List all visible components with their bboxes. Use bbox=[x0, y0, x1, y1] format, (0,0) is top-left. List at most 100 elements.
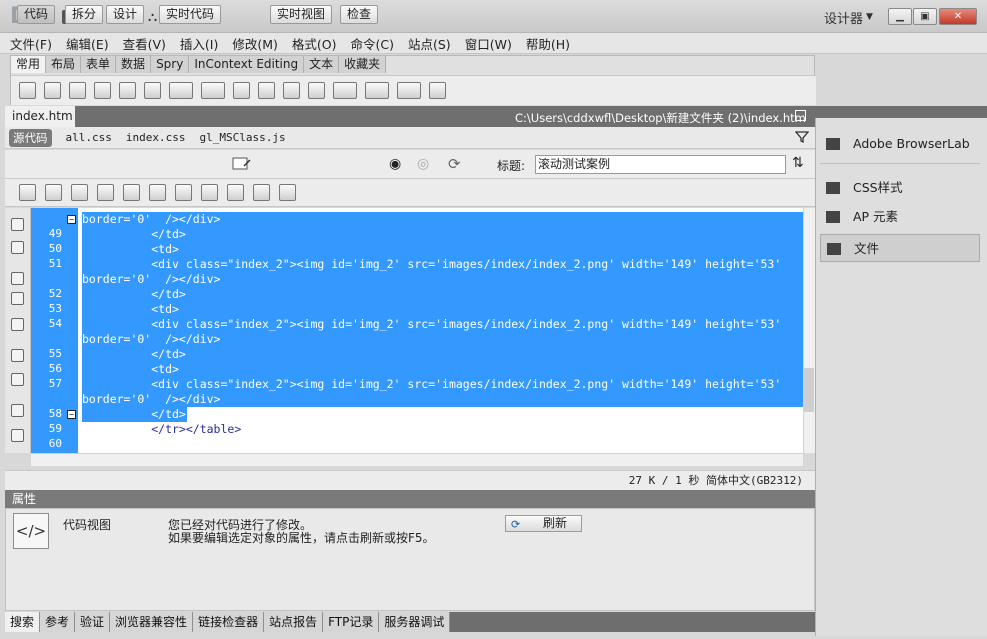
tag-chooser-icon[interactable] bbox=[429, 82, 446, 99]
redo-icon[interactable] bbox=[279, 184, 296, 201]
code-inspect-icon[interactable] bbox=[232, 156, 252, 172]
div-icon[interactable] bbox=[144, 82, 161, 99]
open-icon[interactable] bbox=[45, 184, 62, 201]
insert-tab-spry[interactable]: Spry bbox=[151, 56, 190, 73]
fold-toggle-icon[interactable]: − bbox=[67, 215, 76, 224]
tab-ftp-log[interactable]: FTP记录 bbox=[323, 612, 380, 632]
collapse-selection-icon[interactable] bbox=[11, 292, 24, 305]
horizontal-scrollbar[interactable] bbox=[31, 453, 803, 466]
visual-aids-icon[interactable]: ◎ bbox=[417, 156, 429, 172]
properties-header[interactable]: 属性 bbox=[5, 490, 815, 508]
insert-tab-layout[interactable]: 布局 bbox=[46, 56, 82, 73]
document-tab[interactable]: index.htm bbox=[5, 106, 75, 127]
panel-collapse-bar[interactable] bbox=[815, 106, 987, 118]
hyperlink-icon[interactable] bbox=[19, 82, 36, 99]
date-icon[interactable] bbox=[258, 82, 275, 99]
document-title-input[interactable]: 滚动测试案例 bbox=[535, 155, 786, 174]
menu-help[interactable]: 帮助(H) bbox=[526, 34, 570, 53]
menu-modify[interactable]: 修改(M) bbox=[232, 34, 278, 53]
vertical-scrollbar[interactable] bbox=[803, 208, 815, 453]
insert-tab-incontext[interactable]: InContext Editing bbox=[189, 56, 305, 73]
tab-site-reports[interactable]: 站点报告 bbox=[264, 612, 324, 632]
workspace-switcher[interactable]: 设计器 ▼ bbox=[824, 8, 873, 27]
panel-browserlab[interactable]: Adobe BrowserLab bbox=[820, 130, 980, 158]
table-icon[interactable] bbox=[119, 82, 136, 99]
source-code-button[interactable]: 源代码 bbox=[9, 128, 52, 147]
script-icon[interactable] bbox=[365, 82, 389, 99]
browse-icon[interactable] bbox=[71, 184, 88, 201]
panel-files[interactable]: 文件 bbox=[820, 234, 980, 262]
menu-format[interactable]: 格式(O) bbox=[292, 34, 337, 53]
panel-css-styles[interactable]: CSS样式 bbox=[820, 174, 980, 202]
related-file[interactable]: all.css bbox=[66, 131, 112, 144]
menu-file[interactable]: 文件(F) bbox=[10, 34, 52, 53]
filter-icon[interactable] bbox=[795, 130, 809, 144]
horizontal-rule-icon[interactable] bbox=[94, 82, 111, 99]
cut-icon[interactable] bbox=[175, 184, 192, 201]
menu-insert[interactable]: 插入(I) bbox=[180, 34, 218, 53]
panel-divider bbox=[820, 163, 980, 164]
tab-validation[interactable]: 验证 bbox=[75, 612, 111, 632]
expand-all-icon[interactable] bbox=[11, 318, 24, 331]
paste-icon[interactable] bbox=[227, 184, 244, 201]
vertical-scroll-thumb[interactable] bbox=[804, 368, 814, 412]
collapse-full-tag-icon[interactable] bbox=[11, 272, 24, 285]
undo-icon[interactable] bbox=[253, 184, 270, 201]
live-code-button[interactable]: 实时代码 bbox=[159, 5, 222, 24]
templates-icon[interactable] bbox=[397, 82, 421, 99]
close-button[interactable]: ✕ bbox=[939, 8, 977, 25]
design-view-button[interactable]: 设计 bbox=[106, 5, 145, 24]
copy-icon[interactable] bbox=[201, 184, 218, 201]
tab-server-debug[interactable]: 服务器调试 bbox=[379, 612, 451, 632]
refresh-button[interactable]: ⟳ 刷新 bbox=[505, 515, 582, 532]
panel-ap-elements[interactable]: AP 元素 bbox=[820, 203, 980, 231]
select-parent-tag-icon[interactable] bbox=[11, 349, 24, 362]
code-line: </td> bbox=[82, 347, 803, 362]
insert-tab-text[interactable]: 文本 bbox=[304, 56, 340, 73]
print-icon[interactable] bbox=[149, 184, 166, 201]
widget-icon[interactable] bbox=[233, 82, 250, 99]
insert-tab-common[interactable]: 常用 bbox=[11, 56, 47, 73]
media-icon[interactable] bbox=[201, 82, 225, 99]
tab-search[interactable]: 搜索 bbox=[5, 612, 41, 632]
restore-icon[interactable] bbox=[795, 110, 806, 121]
email-link-icon[interactable] bbox=[44, 82, 61, 99]
image-icon[interactable] bbox=[169, 82, 193, 99]
menu-window[interactable]: 窗口(W) bbox=[465, 34, 512, 53]
tab-link-checker[interactable]: 链接检查器 bbox=[193, 612, 265, 632]
menu-view[interactable]: 查看(V) bbox=[123, 34, 166, 53]
open-documents-icon[interactable] bbox=[11, 218, 24, 231]
fold-toggle-icon[interactable]: − bbox=[67, 410, 76, 419]
tab-browser-compat[interactable]: 浏览器兼容性 bbox=[110, 612, 194, 632]
insert-tab-forms[interactable]: 表单 bbox=[81, 56, 117, 73]
minimize-button[interactable]: ▁ bbox=[888, 8, 912, 25]
insert-tab-favorites[interactable]: 收藏夹 bbox=[339, 56, 387, 73]
menu-site[interactable]: 站点(S) bbox=[408, 34, 451, 53]
refresh-icon[interactable]: ⟳ bbox=[448, 155, 461, 173]
related-file[interactable]: gl_MSClass.js bbox=[199, 131, 285, 144]
head-icon[interactable] bbox=[333, 82, 357, 99]
inspect-button[interactable]: 检查 bbox=[340, 5, 379, 24]
file-management-icon[interactable]: ⇅ bbox=[792, 155, 804, 171]
server-include-icon[interactable] bbox=[283, 82, 300, 99]
highlight-invalid-code-icon[interactable] bbox=[11, 429, 24, 442]
show-code-navigator-icon[interactable] bbox=[11, 241, 24, 254]
tab-reference[interactable]: 参考 bbox=[40, 612, 76, 632]
related-file[interactable]: index.css bbox=[126, 131, 186, 144]
balance-braces-icon[interactable] bbox=[11, 373, 24, 386]
split-view-button[interactable]: 拆分 bbox=[65, 5, 104, 24]
menu-edit[interactable]: 编辑(E) bbox=[66, 34, 109, 53]
browser-preview-icon[interactable]: ◉ bbox=[389, 156, 401, 172]
menu-commands[interactable]: 命令(C) bbox=[351, 34, 394, 53]
named-anchor-icon[interactable] bbox=[69, 82, 86, 99]
code-editor[interactable]: 49 50 51 52 53 54 55 56 57 58 59 60 border='0' /></… bbox=[31, 208, 803, 453]
comment-icon[interactable] bbox=[308, 82, 325, 99]
new-file-icon[interactable] bbox=[19, 184, 36, 201]
line-numbers-icon[interactable] bbox=[11, 404, 24, 417]
maximize-button[interactable]: ▣ bbox=[913, 8, 937, 25]
save-all-icon[interactable] bbox=[123, 184, 140, 201]
live-view-button[interactable]: 实时视图 bbox=[270, 5, 333, 24]
insert-tab-data[interactable]: 数据 bbox=[116, 56, 152, 73]
code-view-button[interactable]: 代码 bbox=[17, 5, 56, 24]
save-icon[interactable] bbox=[97, 184, 114, 201]
